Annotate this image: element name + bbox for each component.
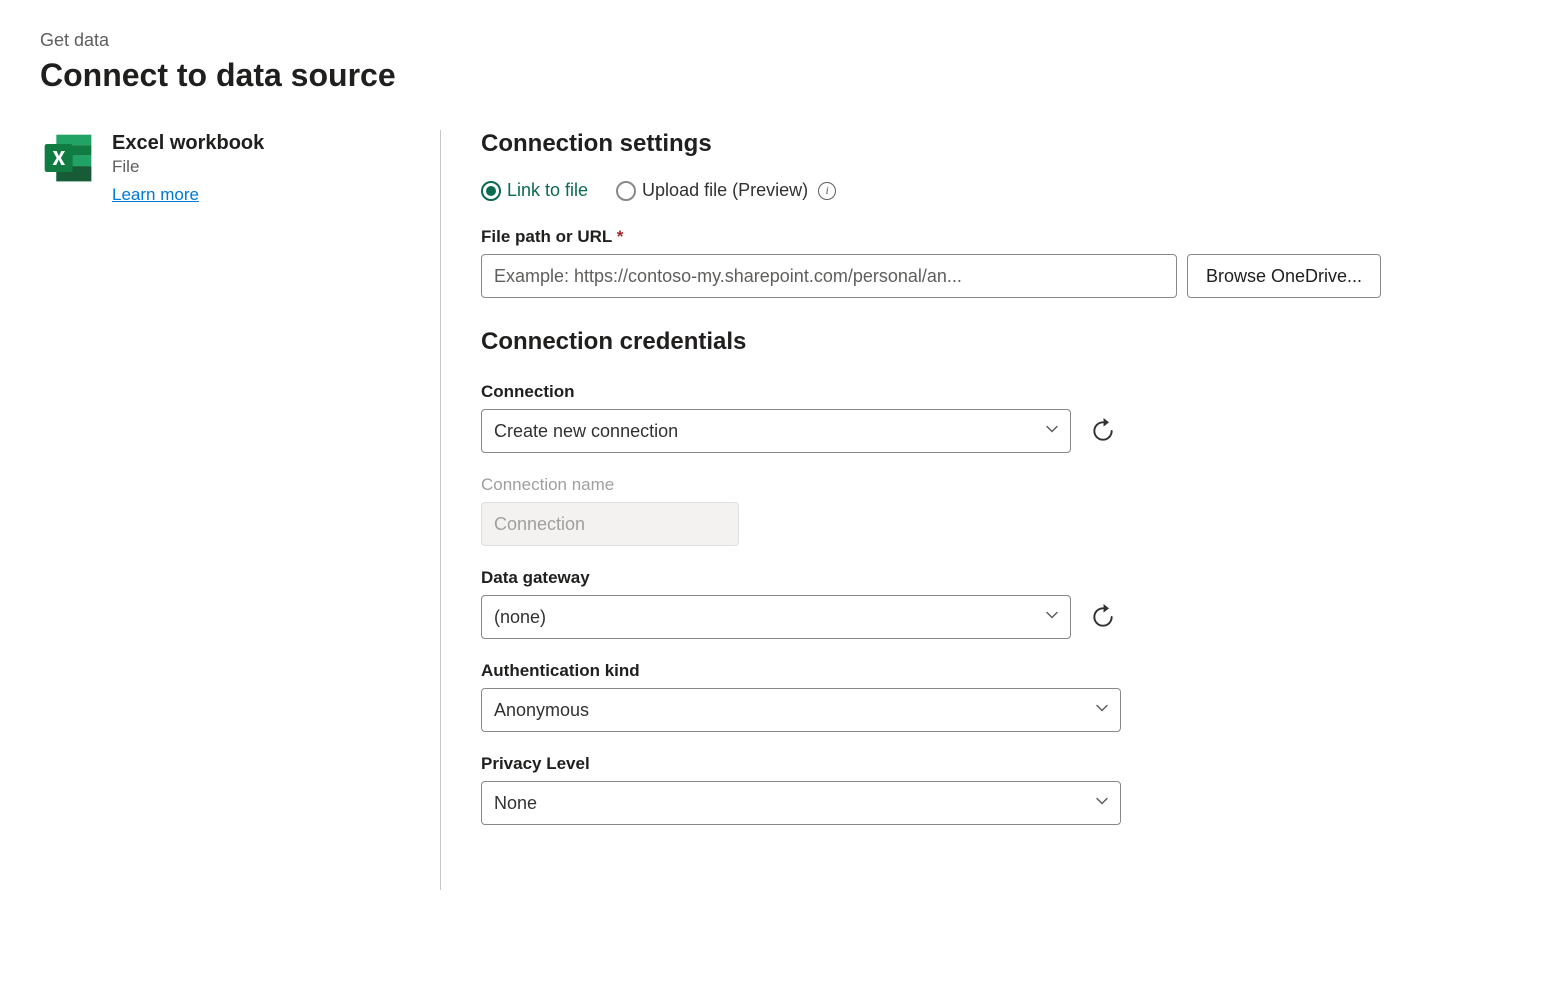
connection-credentials-heading: Connection credentials [481, 328, 1381, 356]
source-subtitle: File [112, 157, 264, 177]
data-gateway-refresh-button[interactable] [1085, 599, 1121, 635]
privacy-level-select[interactable]: None [481, 781, 1121, 825]
file-path-label: File path or URL * [481, 227, 1381, 247]
select-value: (none) [494, 607, 546, 628]
auth-kind-select[interactable]: Anonymous [481, 688, 1121, 732]
file-mode-radio-group: Link to file Upload file (Preview) i [481, 180, 1381, 201]
connection-name-label: Connection name [481, 475, 1121, 495]
link-to-file-radio[interactable]: Link to file [481, 180, 588, 201]
refresh-icon [1090, 418, 1116, 444]
select-value: None [494, 793, 537, 814]
data-gateway-select[interactable]: (none) [481, 595, 1071, 639]
select-value: Anonymous [494, 700, 589, 721]
page-title: Connect to data source [40, 57, 1505, 94]
connection-name-input [481, 502, 739, 546]
learn-more-link[interactable]: Learn more [112, 185, 199, 204]
privacy-level-label: Privacy Level [481, 754, 1121, 774]
radio-icon [481, 181, 501, 201]
auth-kind-label: Authentication kind [481, 661, 1121, 681]
data-gateway-label: Data gateway [481, 568, 1121, 588]
connection-label: Connection [481, 382, 1121, 402]
radio-icon [616, 181, 636, 201]
upload-file-radio[interactable]: Upload file (Preview) i [616, 180, 836, 201]
select-value: Create new connection [494, 421, 678, 442]
radio-label: Upload file (Preview) [642, 180, 808, 201]
data-source-item: Excel workbook File Learn more [40, 130, 410, 205]
file-path-input[interactable] [481, 254, 1177, 298]
breadcrumb: Get data [40, 30, 1505, 51]
connection-settings-heading: Connection settings [481, 130, 1381, 158]
connection-select[interactable]: Create new connection [481, 409, 1071, 453]
refresh-icon [1090, 604, 1116, 630]
excel-icon [40, 130, 96, 186]
connection-refresh-button[interactable] [1085, 413, 1121, 449]
radio-label: Link to file [507, 180, 588, 201]
browse-onedrive-button[interactable]: Browse OneDrive... [1187, 254, 1381, 298]
vertical-divider [440, 130, 441, 890]
info-icon[interactable]: i [818, 182, 836, 200]
source-title: Excel workbook [112, 132, 264, 155]
